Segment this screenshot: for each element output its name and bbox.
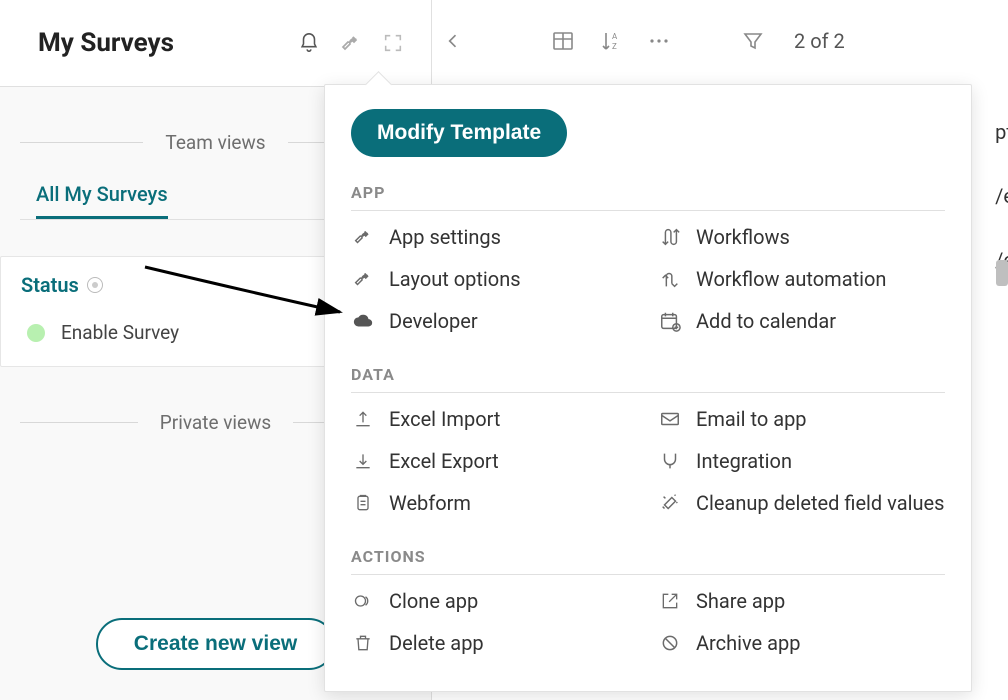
menu-item-add-to-calendar[interactable]: Add to calendar bbox=[658, 303, 945, 339]
sparkle-icon bbox=[658, 491, 682, 515]
menu-item-webform[interactable]: Webform bbox=[351, 485, 638, 521]
svg-text:Z: Z bbox=[612, 42, 617, 51]
menu-item-cleanup-deleted[interactable]: Cleanup deleted field values bbox=[658, 485, 945, 521]
status-item-label: Enable Survey bbox=[61, 321, 179, 344]
menu-item-excel-export[interactable]: Excel Export bbox=[351, 443, 638, 479]
menu-item-excel-import[interactable]: Excel Import bbox=[351, 401, 638, 437]
menu-item-integration[interactable]: Integration bbox=[658, 443, 945, 479]
clipboard-icon bbox=[351, 491, 375, 515]
record-counter: 2 of 2 bbox=[794, 29, 845, 53]
more-icon[interactable] bbox=[646, 28, 672, 54]
menu-item-delete-app[interactable]: Delete app bbox=[351, 625, 638, 661]
envelope-icon bbox=[658, 407, 682, 431]
main-area: AZ 2 of 2 pt /e /e Modify Template APP bbox=[432, 0, 1008, 700]
status-swatch-icon bbox=[27, 324, 45, 342]
calendar-add-icon bbox=[658, 309, 682, 333]
workflows-icon bbox=[658, 225, 682, 249]
menu-item-layout-options[interactable]: Layout options bbox=[351, 261, 638, 297]
section-label-data: DATA bbox=[351, 365, 945, 393]
integration-icon bbox=[658, 449, 682, 473]
menu-item-email-to-app[interactable]: Email to app bbox=[658, 401, 945, 437]
page-title: My Surveys bbox=[38, 28, 297, 58]
menu-item-share-app[interactable]: Share app bbox=[658, 583, 945, 619]
prohibit-icon bbox=[658, 631, 682, 655]
automation-icon bbox=[658, 267, 682, 291]
toolbar: AZ 2 of 2 bbox=[432, 0, 1008, 74]
bell-icon[interactable] bbox=[297, 31, 321, 55]
filter-icon[interactable] bbox=[740, 28, 766, 54]
settings-panel: Modify Template APP App settings Workflo… bbox=[324, 84, 972, 692]
wrench-icon bbox=[351, 267, 375, 291]
status-label: Status bbox=[21, 273, 79, 297]
view-tab-all-my-surveys[interactable]: All My Surveys bbox=[36, 182, 168, 219]
sort-az-icon[interactable]: AZ bbox=[598, 28, 624, 54]
upload-icon bbox=[351, 407, 375, 431]
section-label-app: APP bbox=[351, 183, 945, 211]
expand-icon[interactable] bbox=[381, 31, 405, 55]
back-icon[interactable] bbox=[440, 28, 466, 54]
status-indicator-icon bbox=[87, 277, 103, 293]
share-icon bbox=[658, 589, 682, 613]
trash-icon bbox=[351, 631, 375, 655]
menu-item-clone-app[interactable]: Clone app bbox=[351, 583, 638, 619]
download-icon bbox=[351, 449, 375, 473]
clone-icon bbox=[351, 589, 375, 613]
wrench-icon bbox=[351, 225, 375, 249]
sidebar-header: My Surveys bbox=[0, 0, 431, 87]
create-new-view-button[interactable]: Create new view bbox=[96, 618, 335, 670]
menu-item-workflow-automation[interactable]: Workflow automation bbox=[658, 261, 945, 297]
svg-text:A: A bbox=[612, 32, 618, 41]
menu-item-archive-app[interactable]: Archive app bbox=[658, 625, 945, 661]
cloud-icon bbox=[351, 309, 375, 333]
menu-item-workflows[interactable]: Workflows bbox=[658, 219, 945, 255]
scrollbar-thumb[interactable] bbox=[996, 260, 1008, 286]
table-icon[interactable] bbox=[550, 28, 576, 54]
menu-item-app-settings[interactable]: App settings bbox=[351, 219, 638, 255]
section-label-actions: ACTIONS bbox=[351, 547, 945, 575]
menu-item-developer[interactable]: Developer bbox=[351, 303, 638, 339]
modify-template-button[interactable]: Modify Template bbox=[351, 109, 567, 157]
wrench-icon[interactable] bbox=[339, 31, 363, 55]
